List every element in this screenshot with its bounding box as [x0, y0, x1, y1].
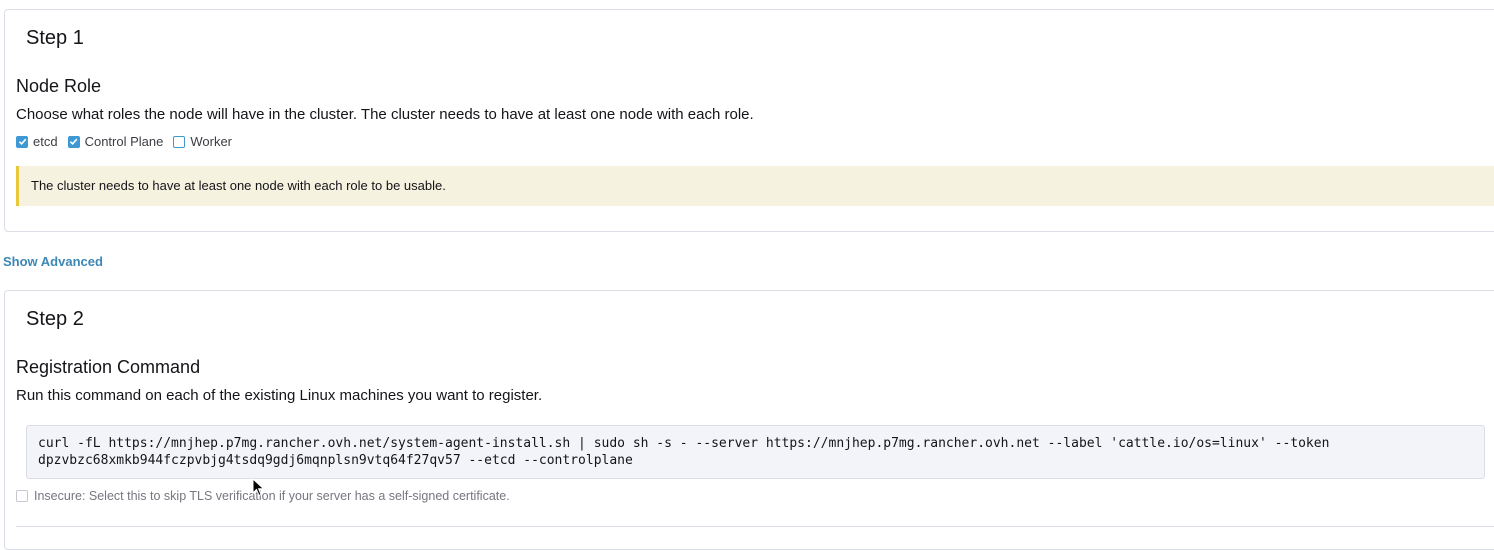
node-role-heading: Node Role — [16, 76, 102, 96]
step1-title: Step 1 — [26, 27, 84, 49]
role-worker-label: Worker — [190, 134, 233, 149]
command-line-1: curl -fL https://mnjhep.p7mg.rancher.ovh… — [38, 436, 1330, 451]
divider — [16, 526, 1494, 527]
checkbox-checked-icon — [16, 135, 28, 148]
step1-card: Step 1 Node Role Choose what roles the n… — [4, 9, 1494, 232]
registration-command-description: Run this command on each of the existing… — [16, 387, 543, 404]
registration-command-heading: Registration Command — [16, 357, 201, 377]
command-line-2: dpzvbzc68xmkb944fczpvbjg4tsdq9gdj6mqnpls… — [38, 453, 633, 468]
checkbox-checked-icon — [67, 135, 80, 148]
role-etcd-checkbox[interactable]: etcd — [16, 134, 58, 149]
role-control-plane-label: Control Plane — [84, 134, 164, 149]
role-etcd-label: etcd — [33, 134, 58, 149]
node-role-description: Choose what roles the node will have in … — [16, 106, 754, 123]
insecure-label: Insecure: Select this to skip TLS verifi… — [34, 489, 510, 503]
step2-title: Step 2 — [26, 308, 84, 330]
role-worker-checkbox[interactable]: Worker — [173, 134, 232, 149]
role-warning-banner: The cluster needs to have at least one n… — [16, 166, 1494, 206]
registration-command-box[interactable]: curl -fL https://mnjhep.p7mg.rancher.ovh… — [26, 425, 1485, 479]
checkbox-unchecked-icon — [173, 135, 186, 148]
show-advanced-link[interactable]: Show Advanced — [3, 254, 103, 269]
checkbox-unchecked-icon — [16, 490, 28, 502]
role-checkbox-group: etcd Control Plane Worker — [16, 134, 242, 149]
role-control-plane-checkbox[interactable]: Control Plane — [67, 134, 164, 149]
mouse-cursor-icon — [252, 478, 265, 497]
step2-card: Step 2 Registration Command Run this com… — [4, 290, 1494, 550]
